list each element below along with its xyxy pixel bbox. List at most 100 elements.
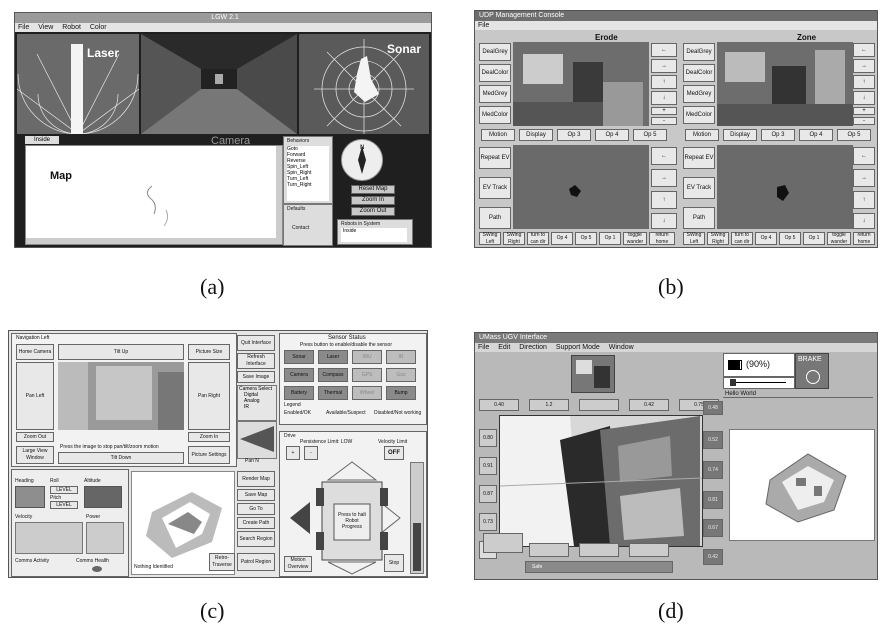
right-arrow-button[interactable]: → — [651, 59, 677, 73]
sensor-battery-button[interactable]: Battery — [284, 386, 314, 400]
zoom-in-button[interactable]: Zoom In — [188, 432, 230, 442]
sensor-sonar-button[interactable]: Sonar — [284, 350, 314, 364]
minus-button-2[interactable]: - — [853, 117, 875, 125]
display-button[interactable]: Display — [519, 129, 553, 141]
right-value-1[interactable]: 0.48 — [703, 401, 723, 415]
up-arrow-button[interactable]: ↑ — [651, 75, 677, 89]
right-value-2[interactable]: 0.52 — [703, 431, 723, 449]
menu-support-mode[interactable]: Support Mode — [556, 344, 600, 351]
right-value-5[interactable]: 0.67 — [703, 519, 723, 537]
large-view-button[interactable]: Large View Window — [16, 446, 54, 464]
main-video[interactable]: Rear View — [499, 415, 703, 547]
motion-button[interactable]: Motion — [481, 129, 515, 141]
map-left-arrow-button-2[interactable]: ← — [853, 147, 875, 165]
display-button-2[interactable]: Display — [723, 129, 757, 141]
top-value-1[interactable]: 0.40 — [479, 399, 519, 411]
sensor-wheel-button[interactable]: Wheel — [352, 386, 382, 400]
turn-to-can-button-2[interactable]: turn to can dir — [731, 232, 753, 245]
bottom-button-4[interactable] — [629, 543, 669, 557]
op4-button-b2[interactable]: Op 4 — [755, 232, 777, 245]
medgrey-right-button[interactable]: MedGrey — [683, 85, 715, 103]
sensor-gas-button[interactable]: Gas — [386, 368, 416, 382]
plus-button-2[interactable]: + — [853, 107, 875, 115]
menu-file[interactable]: File — [478, 22, 489, 29]
swing-left-button-2[interactable]: SWing Left — [683, 232, 705, 245]
return-home-button-2[interactable]: return home — [853, 232, 875, 245]
plus-button[interactable]: + — [651, 107, 677, 115]
reset-map-button[interactable]: Reset Map — [351, 185, 395, 194]
op5-button-2[interactable]: Op 5 — [837, 129, 871, 141]
map-tab[interactable]: Inside — [25, 136, 59, 144]
medgrey-left-button[interactable]: MedGrey — [479, 85, 511, 103]
sensor-ir-button[interactable]: IR — [386, 350, 416, 364]
dealcolor-right-button[interactable]: DealColor — [683, 64, 715, 82]
tilt-down-button[interactable]: Tilt Down — [58, 452, 184, 464]
sensor-laser-button[interactable]: Laser — [318, 350, 348, 364]
left-arrow-button-2[interactable]: ← — [853, 43, 875, 57]
robots-list[interactable]: Inside — [341, 228, 407, 242]
sensor-thermal-button[interactable]: Thermal — [318, 386, 348, 400]
right-value-3[interactable]: 0.74 — [703, 461, 723, 479]
toggle-wander-button[interactable]: toggle wander — [623, 232, 647, 245]
refresh-button[interactable]: Refresh Interface — [237, 353, 275, 369]
contact-label[interactable]: Contact — [292, 225, 309, 231]
ev-track-right-button[interactable]: EV Track — [683, 177, 715, 199]
op5-button[interactable]: Op 5 — [633, 129, 667, 141]
quit-button[interactable]: Quit Interface — [237, 335, 275, 351]
ev-track-left-button[interactable]: EV Track — [479, 177, 511, 199]
up-arrow-button-2[interactable]: ↑ — [853, 75, 875, 89]
menu-view[interactable]: View — [38, 24, 53, 31]
map-up-arrow-button[interactable]: ↑ — [651, 191, 677, 209]
picture-size-button[interactable]: Picture Size — [188, 344, 230, 360]
left-arrow-button[interactable]: ← — [651, 43, 677, 57]
toggle-wander-button-2[interactable]: toggle wander — [827, 232, 851, 245]
bottom-button-3[interactable] — [579, 543, 619, 557]
left-value-3[interactable]: 0.87 — [479, 485, 497, 503]
down-arrow-button-2[interactable]: ↓ — [853, 91, 875, 105]
camera-option-ir[interactable]: IR — [238, 404, 276, 410]
left-value-1[interactable]: 0.80 — [479, 429, 497, 447]
op5-button-b[interactable]: Op 5 — [575, 232, 597, 245]
menu-file[interactable]: File — [18, 24, 29, 31]
sensor-compass-button[interactable]: Compass — [318, 368, 348, 382]
picture-settings-button[interactable]: Picture Settings — [188, 446, 230, 464]
menu-color[interactable]: Color — [90, 24, 107, 31]
repeat-ev-left-button[interactable]: Repeat EV — [479, 147, 511, 169]
stop-button[interactable]: Stop — [384, 554, 404, 572]
sensor-imu-button[interactable]: IMU — [352, 350, 382, 364]
swing-right-button[interactable]: SWing Right — [503, 232, 525, 245]
op4-button-2[interactable]: Op 4 — [799, 129, 833, 141]
top-value-4[interactable]: 0.42 — [629, 399, 669, 411]
map-up-arrow-button-2[interactable]: ↑ — [853, 191, 875, 209]
op4-button[interactable]: Op 4 — [595, 129, 629, 141]
map-right-arrow-button[interactable]: → — [651, 169, 677, 187]
speed-slider[interactable] — [723, 377, 795, 389]
map-area[interactable]: Map — [25, 145, 283, 245]
sensor-gps-button[interactable]: GPS — [352, 368, 382, 382]
op1-button-b2[interactable]: Op 1 — [803, 232, 825, 245]
rear-camera-thumb[interactable] — [571, 355, 615, 393]
top-value-2[interactable]: 1.2 — [529, 399, 569, 411]
left-value-2[interactable]: 0.91 — [479, 457, 497, 475]
map-view-d[interactable] — [729, 429, 875, 541]
menu-robot[interactable]: Robot — [62, 24, 81, 31]
go-to-button[interactable]: Go To — [237, 503, 275, 515]
dealgrey-right-button[interactable]: DealGrey — [683, 43, 715, 61]
repeat-ev-right-button[interactable]: Repeat EV — [683, 147, 715, 169]
behaviors-list[interactable]: Goto Forward Reverse Spin_Left Spin_Righ… — [287, 146, 329, 201]
bottom-button-1[interactable] — [483, 533, 523, 553]
medcolor-left-button[interactable]: MedColor — [479, 106, 511, 124]
path-right-button[interactable]: Path — [683, 207, 715, 229]
map-vscrollbar[interactable] — [276, 146, 282, 244]
patrol-region-button[interactable]: Patrol Region — [237, 553, 275, 571]
map-down-arrow-button[interactable]: ↓ — [651, 213, 677, 229]
brake-button[interactable]: BRAKE — [795, 353, 829, 389]
velocity-slider[interactable] — [410, 462, 424, 574]
medcolor-right-button[interactable]: MedColor — [683, 106, 715, 124]
right-value-6[interactable]: 0.42 — [703, 549, 723, 565]
dealcolor-left-button[interactable]: DealColor — [479, 64, 511, 82]
pan-left-button[interactable]: Pan Left — [16, 362, 54, 430]
path-left-button[interactable]: Path — [479, 207, 511, 229]
bottom-button-2[interactable] — [529, 543, 569, 557]
motion-button-2[interactable]: Motion — [685, 129, 719, 141]
